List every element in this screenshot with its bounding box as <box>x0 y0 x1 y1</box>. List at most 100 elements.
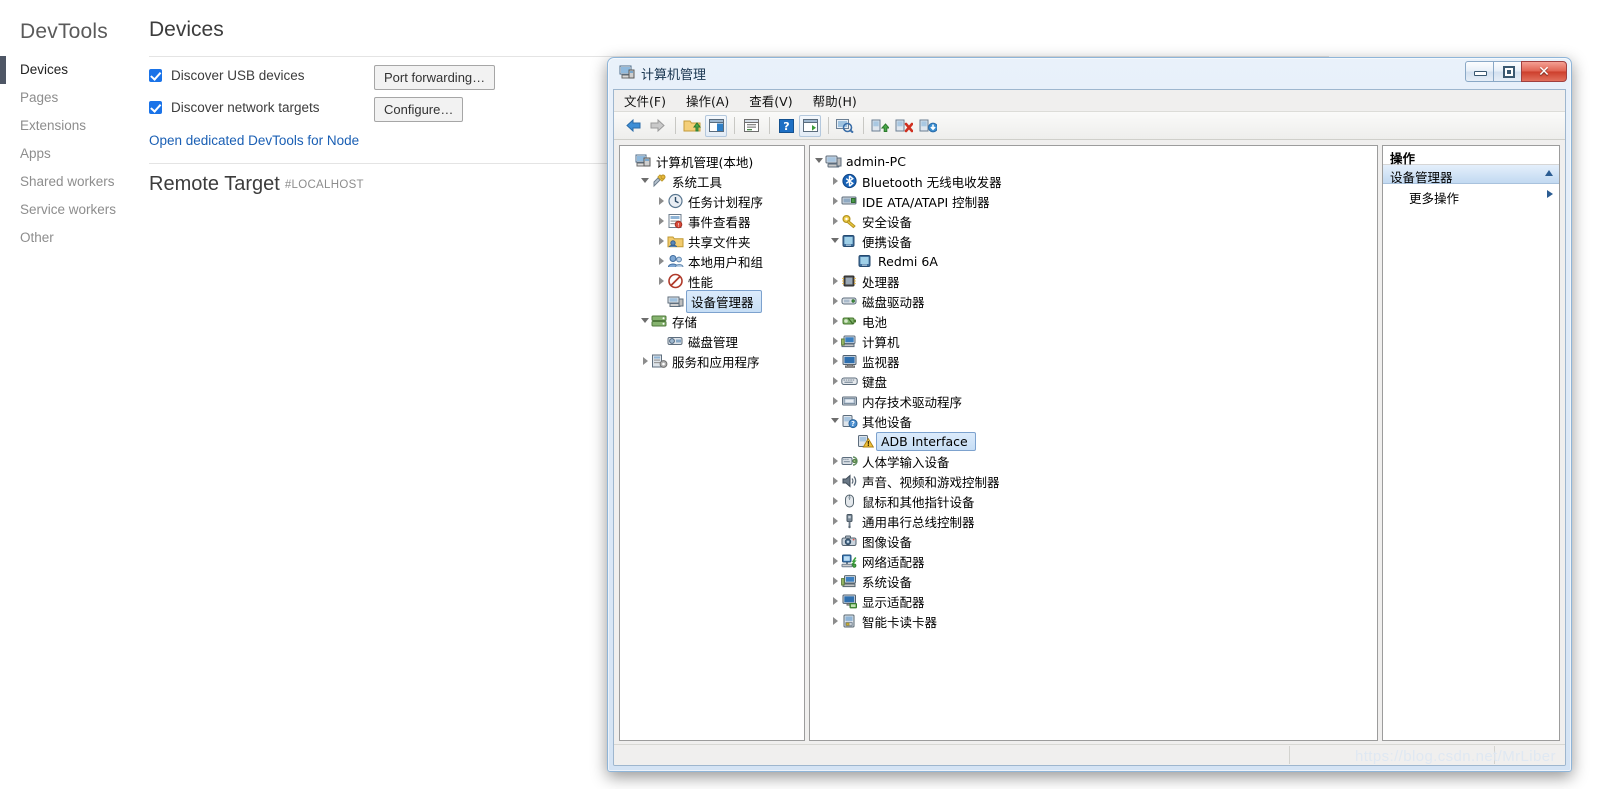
configure-button[interactable]: Configure… <box>374 97 464 122</box>
tree-row[interactable]: 便携设备 <box>814 231 1377 251</box>
tree-row[interactable]: 计算机 <box>814 331 1377 351</box>
open-node-devtools-link[interactable]: Open dedicated DevTools for Node <box>149 133 359 148</box>
menu-file[interactable]: 文件(F) <box>624 90 676 112</box>
minimize-button[interactable] <box>1465 61 1494 82</box>
sidebar-item-other[interactable]: Other <box>0 224 140 252</box>
discover-network-targets-checkbox[interactable] <box>149 101 162 114</box>
sidebar-item-extensions[interactable]: Extensions <box>0 112 140 140</box>
tree-expand-toggle[interactable] <box>830 511 841 531</box>
back-arrow-icon[interactable] <box>622 115 644 137</box>
tree-collapse-toggle[interactable] <box>814 151 825 171</box>
tree-expand-toggle[interactable] <box>830 451 841 471</box>
properties-icon[interactable] <box>740 115 762 137</box>
tree-expand-toggle[interactable] <box>656 251 667 271</box>
show-action-pane-icon[interactable] <box>799 114 821 137</box>
tree-row[interactable]: 人体学输入设备 <box>814 451 1377 471</box>
tree-row[interactable]: 本地用户和组 <box>624 251 804 271</box>
tree-expand-toggle[interactable] <box>830 191 841 211</box>
tree-expand-toggle[interactable] <box>656 191 667 211</box>
tree-row[interactable]: 安全设备 <box>814 211 1377 231</box>
disable-device-icon[interactable] <box>893 115 915 137</box>
tree-row[interactable]: IDE ATA/ATAPI 控制器 <box>814 191 1377 211</box>
tree-row[interactable]: 存储 <box>624 311 804 331</box>
sidebar-item-service-workers[interactable]: Service workers <box>0 196 140 224</box>
tree-expand-toggle[interactable] <box>830 371 841 391</box>
tree-expand-toggle[interactable] <box>656 231 667 251</box>
uninstall-device-icon[interactable] <box>917 115 939 137</box>
close-button[interactable]: ✕ <box>1521 61 1567 82</box>
tree-expand-toggle[interactable] <box>830 531 841 551</box>
sidebar-item-shared-workers[interactable]: Shared workers <box>0 168 140 196</box>
tree-row[interactable]: 设备管理器 <box>624 289 804 313</box>
tree-row[interactable]: 系统设备 <box>814 571 1377 591</box>
tree-row[interactable]: 鼠标和其他指针设备 <box>814 491 1377 511</box>
menu-view[interactable]: 查看(V) <box>749 90 802 112</box>
tree-expand-toggle[interactable] <box>640 351 651 371</box>
tree-expand-toggle[interactable] <box>830 331 841 351</box>
up-folder-icon[interactable] <box>681 115 703 137</box>
device-tree-pane[interactable]: admin-PC Bluetooth 无线电收发器 IDE ATA/ATAPI 控制… <box>809 145 1378 741</box>
tree-row[interactable]: 磁盘驱动器 <box>814 291 1377 311</box>
scan-hardware-changes-icon[interactable] <box>834 115 856 137</box>
console-tree-pane[interactable]: 计算机管理(本地) 系统工具 任务计划程序! 事件查看器 共享文件夹 本地用户和组 性能 设备… <box>619 145 805 741</box>
tree-collapse-toggle[interactable] <box>830 231 841 251</box>
tree-row[interactable]: Bluetooth 无线电收发器 <box>814 171 1377 191</box>
actions-more-actions[interactable]: 更多操作 <box>1383 184 1559 206</box>
menu-action[interactable]: 操作(A) <box>686 90 739 112</box>
actions-section-device-manager[interactable]: 设备管理器 <box>1383 165 1559 185</box>
sidebar-item-apps[interactable]: Apps <box>0 140 140 168</box>
forward-arrow-icon[interactable] <box>646 115 668 137</box>
tree-row[interactable]: 监视器 <box>814 351 1377 371</box>
tree-expand-toggle[interactable] <box>830 391 841 411</box>
tree-expand-toggle[interactable] <box>830 551 841 571</box>
tree-expand-toggle[interactable] <box>830 271 841 291</box>
tree-collapse-toggle[interactable] <box>640 311 651 331</box>
tree-expand-toggle[interactable] <box>830 211 841 231</box>
help-icon[interactable]: ? <box>775 115 797 137</box>
tree-expand-toggle[interactable] <box>830 171 841 191</box>
menu-help[interactable]: 帮助(H) <box>813 90 867 112</box>
sidebar-item-devices[interactable]: Devices <box>0 56 140 84</box>
tree-expand-toggle[interactable] <box>830 291 841 311</box>
tree-row[interactable]: ? 其他设备 <box>814 411 1377 431</box>
window-titlebar[interactable]: 计算机管理 ✕ <box>608 58 1571 88</box>
tree-row[interactable]: 图像设备 <box>814 531 1377 551</box>
tree-expand-toggle[interactable] <box>830 491 841 511</box>
tree-expand-toggle[interactable] <box>830 311 841 331</box>
tree-row[interactable]: 性能 <box>624 271 804 291</box>
tree-row[interactable]: 声音、视频和游戏控制器 <box>814 471 1377 491</box>
tree-row[interactable]: 键盘 <box>814 371 1377 391</box>
sidebar-item-pages[interactable]: Pages <box>0 84 140 112</box>
tree-expand-toggle[interactable] <box>656 211 667 231</box>
tree-row[interactable]: 通用串行总线控制器 <box>814 511 1377 531</box>
tree-row[interactable]: 智能卡读卡器 <box>814 611 1377 631</box>
tree-expand-toggle[interactable] <box>656 271 667 291</box>
tree-collapse-toggle[interactable] <box>830 411 841 431</box>
tree-row[interactable]: 共享文件夹 <box>624 231 804 251</box>
tree-row[interactable]: ! 事件查看器 <box>624 211 804 231</box>
tree-row[interactable]: Redmi 6A <box>814 251 1377 271</box>
show-hide-console-tree-icon[interactable] <box>705 114 727 137</box>
update-driver-icon[interactable] <box>869 115 891 137</box>
tree-row[interactable]: ! ADB Interface <box>814 431 1377 451</box>
tree-row[interactable]: 内存技术驱动程序 <box>814 391 1377 411</box>
tree-row[interactable]: 网络适配器 <box>814 551 1377 571</box>
tree-row[interactable]: 任务计划程序 <box>624 191 804 211</box>
tree-expand-toggle[interactable] <box>830 571 841 591</box>
tree-expand-toggle[interactable] <box>830 591 841 611</box>
tree-row[interactable]: 磁盘管理 <box>624 331 804 351</box>
tree-expand-toggle[interactable] <box>830 351 841 371</box>
maximize-button[interactable] <box>1493 61 1522 82</box>
tree-expand-toggle[interactable] <box>830 611 841 631</box>
tree-row[interactable]: admin-PC <box>814 151 1377 171</box>
tree-row[interactable]: 系统工具 <box>624 171 804 191</box>
discover-usb-devices-checkbox[interactable] <box>149 69 162 82</box>
tree-expand-toggle[interactable] <box>830 471 841 491</box>
tree-row[interactable]: 计算机管理(本地) <box>624 151 804 171</box>
tree-collapse-toggle[interactable] <box>640 171 651 191</box>
tree-row[interactable]: 电池 <box>814 311 1377 331</box>
tree-row[interactable]: 服务和应用程序 <box>624 351 804 371</box>
tree-row[interactable]: 显示适配器 <box>814 591 1377 611</box>
tree-row[interactable]: 处理器 <box>814 271 1377 291</box>
port-forwarding-button[interactable]: Port forwarding… <box>374 65 496 90</box>
